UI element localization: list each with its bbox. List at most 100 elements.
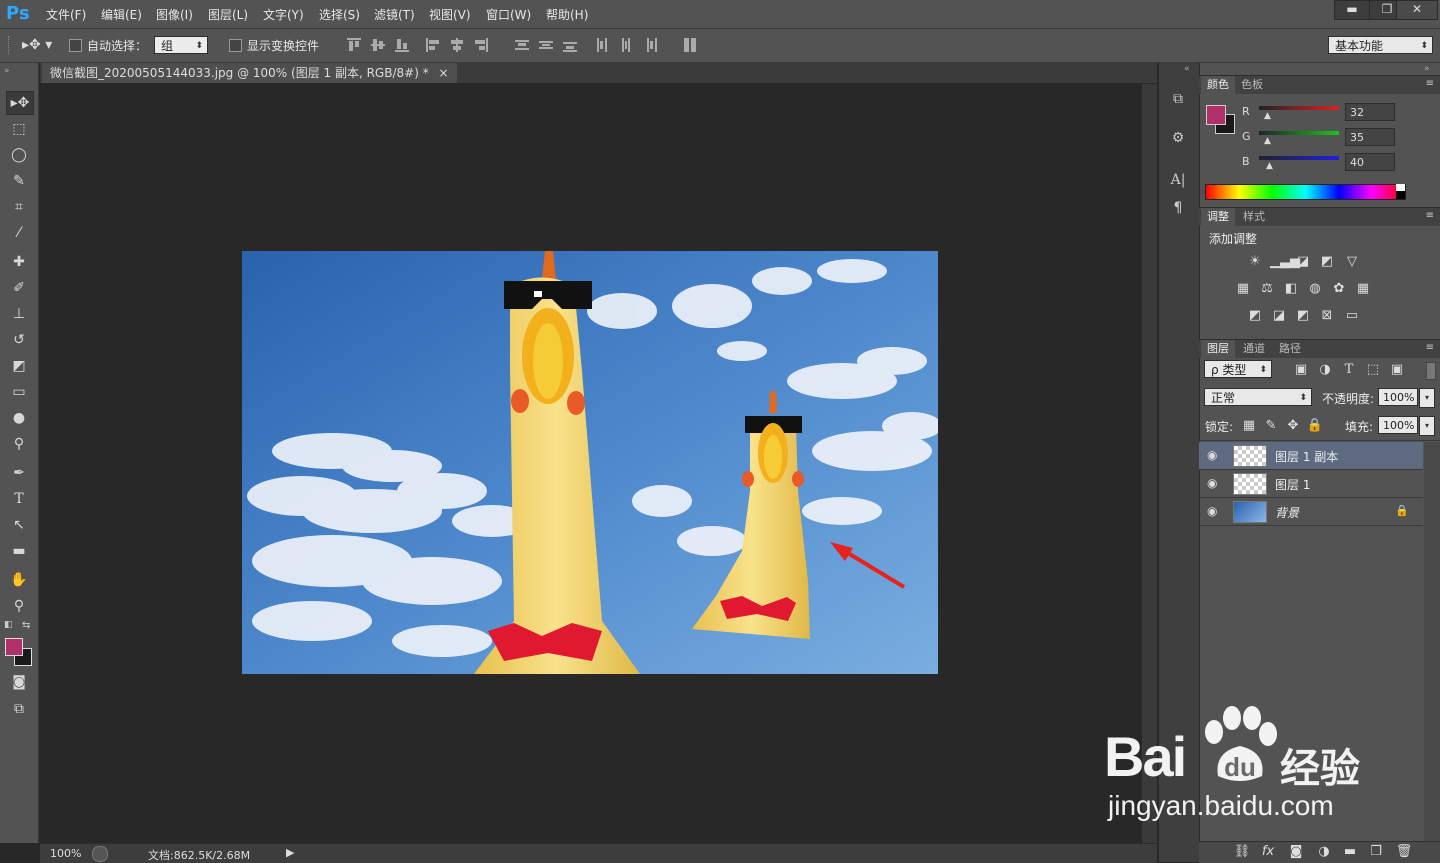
path-selection-tool-icon[interactable]: ↖ [6, 514, 32, 536]
auto-select-dropdown[interactable]: 组 ⬍ [154, 36, 208, 54]
layers-panel-menu-icon[interactable]: ≡ [1426, 342, 1434, 353]
align-vcenter-icon[interactable] [371, 38, 385, 52]
status-menu-arrow-icon[interactable]: ▶ [286, 846, 294, 859]
align-left-icon[interactable] [426, 38, 440, 52]
eraser-tool-icon[interactable]: ◩ [6, 355, 32, 377]
tab-paths[interactable]: 路径 [1273, 340, 1307, 358]
character-panel-icon[interactable]: A| [1166, 169, 1190, 191]
quick-mask-icon[interactable]: ◙ [6, 671, 32, 693]
history-panel-icon[interactable]: ⧉ [1166, 88, 1190, 110]
threshold-icon[interactable]: ◩ [1294, 308, 1312, 324]
align-bottom-icon[interactable] [395, 38, 409, 52]
eyedropper-tool-icon[interactable]: ⁄ [6, 222, 32, 244]
move-tool-icon[interactable]: ▸✥ [6, 91, 34, 115]
zoom-level[interactable]: 100% [50, 847, 81, 860]
align-top-icon[interactable] [347, 38, 361, 52]
menu-select[interactable]: 选择(S) [319, 6, 360, 23]
layer-row[interactable]: ◉ 图层 1 副本 [1199, 442, 1423, 470]
paragraph-panel-icon[interactable]: ¶ [1166, 197, 1190, 219]
exposure-icon[interactable]: ◩ [1318, 254, 1336, 270]
layer-filter-dropdown[interactable]: ρ 类型 ⬍ [1204, 360, 1272, 378]
brightness-contrast-icon[interactable]: ☀ [1246, 254, 1264, 270]
menu-file[interactable]: 文件(F) [46, 6, 86, 23]
blue-slider-track[interactable] [1259, 156, 1339, 160]
black-white-icon[interactable]: ◧ [1282, 281, 1300, 297]
filter-type-icon[interactable]: T [1340, 362, 1358, 378]
distribute-hcenter-icon[interactable] [619, 38, 633, 52]
menu-filter[interactable]: 滤镜(T) [374, 6, 415, 23]
channel-mixer-icon[interactable]: ✿ [1330, 281, 1348, 297]
new-layer-icon[interactable]: ❐ [1367, 844, 1385, 860]
menu-layer[interactable]: 图层(L) [208, 6, 248, 23]
dodge-tool-icon[interactable]: ⚲ [6, 433, 32, 455]
align-right-icon[interactable] [474, 38, 488, 52]
lock-position-icon[interactable]: ✥ [1284, 418, 1302, 434]
layer-style-icon[interactable]: fx [1259, 844, 1277, 860]
status-info-icon[interactable] [92, 846, 108, 862]
add-mask-icon[interactable]: ◙ [1287, 844, 1305, 860]
hand-tool-icon[interactable]: ✋ [6, 569, 32, 591]
visibility-eye-icon[interactable]: ◉ [1207, 448, 1221, 462]
minimize-button[interactable]: ▬ [1334, 0, 1370, 20]
filter-adjustment-icon[interactable]: ◑ [1316, 362, 1334, 378]
lock-image-icon[interactable]: ✎ [1262, 418, 1280, 434]
distribute-left-icon[interactable] [595, 38, 609, 52]
align-hcenter-icon[interactable] [450, 38, 464, 52]
show-transform-checkbox[interactable] [229, 39, 242, 52]
spectrum-white-swatch[interactable] [1396, 184, 1405, 191]
gradient-map-icon[interactable]: ▭ [1343, 308, 1361, 324]
color-spectrum-bar[interactable] [1205, 184, 1406, 200]
link-layers-icon[interactable]: ⛓ [1233, 844, 1251, 860]
document-canvas[interactable] [242, 251, 938, 674]
marquee-tool-icon[interactable]: ⬚ [6, 118, 32, 140]
quick-selection-tool-icon[interactable]: ✎ [6, 170, 32, 192]
right-panel-collapse-icon[interactable]: » [1424, 64, 1430, 74]
filter-smart-object-icon[interactable]: ▣ [1388, 362, 1406, 378]
green-value-input[interactable]: 35 [1345, 128, 1395, 146]
color-lookup-icon[interactable]: ▦ [1354, 281, 1372, 297]
color-balance-icon[interactable]: ⚖ [1258, 281, 1276, 297]
adjustments-panel-menu-icon[interactable]: ≡ [1426, 210, 1434, 221]
spectrum-black-swatch[interactable] [1396, 191, 1405, 199]
close-window-button[interactable]: ✕ [1396, 0, 1438, 20]
layer-row[interactable]: ◉ 背景 🔒 [1199, 498, 1423, 526]
new-adjustment-layer-icon[interactable]: ◑ [1315, 844, 1333, 860]
blue-value-input[interactable]: 40 [1345, 153, 1395, 171]
gradient-tool-icon[interactable]: ▭ [6, 381, 32, 403]
brush-tool-icon[interactable]: ✐ [6, 277, 32, 299]
menu-type[interactable]: 文字(Y) [263, 6, 304, 23]
posterize-icon[interactable]: ◪ [1270, 308, 1288, 324]
panel-strip-collapse-icon[interactable]: « [1184, 64, 1190, 74]
delete-layer-icon[interactable]: 🗑 [1395, 844, 1413, 860]
layer-row[interactable]: ◉ 图层 1 [1199, 470, 1423, 498]
menu-view[interactable]: 视图(V) [429, 6, 471, 23]
pen-tool-icon[interactable]: ✒ [6, 462, 32, 484]
red-value-input[interactable]: 32 [1345, 103, 1395, 121]
new-group-icon[interactable]: ▬ [1341, 844, 1359, 860]
document-tab-close-icon[interactable]: × [439, 66, 449, 80]
fill-dropdown-icon[interactable]: ▾ [1419, 416, 1435, 436]
curves-icon[interactable]: ◪ [1294, 254, 1312, 270]
distribute-vcenter-icon[interactable] [539, 38, 553, 52]
distribute-top-icon[interactable] [515, 38, 529, 52]
filter-pixel-icon[interactable]: ▣ [1292, 362, 1310, 378]
color-panel-foreground-swatch[interactable] [1206, 105, 1226, 125]
crop-tool-icon[interactable]: ⌗ [6, 196, 32, 218]
auto-align-layers-icon[interactable] [684, 38, 698, 52]
toolbox-collapse-icon[interactable]: » [4, 66, 10, 76]
workspace-dropdown[interactable]: 基本功能 ⬍ [1328, 36, 1433, 54]
selective-color-icon[interactable]: ⊠ [1318, 308, 1336, 324]
red-slider-thumb[interactable]: ▲ [1264, 111, 1271, 121]
green-slider-track[interactable] [1259, 131, 1339, 135]
photo-filter-icon[interactable]: ◍ [1306, 281, 1324, 297]
swap-colors-icon[interactable]: ⇆ [22, 620, 30, 631]
green-slider-thumb[interactable]: ▲ [1264, 136, 1271, 146]
blend-mode-dropdown[interactable]: 正常 ⬍ [1204, 388, 1312, 406]
document-tab[interactable]: 微信截图_20200505144033.jpg @ 100% (图层 1 副本,… [42, 63, 457, 83]
tab-channels[interactable]: 通道 [1237, 340, 1271, 358]
filter-toggle-switch[interactable] [1426, 362, 1436, 380]
foreground-color-swatch[interactable] [5, 638, 23, 656]
history-brush-tool-icon[interactable]: ↺ [6, 329, 32, 351]
visibility-eye-icon[interactable]: ◉ [1207, 504, 1221, 518]
blue-slider-thumb[interactable]: ▲ [1266, 161, 1273, 171]
